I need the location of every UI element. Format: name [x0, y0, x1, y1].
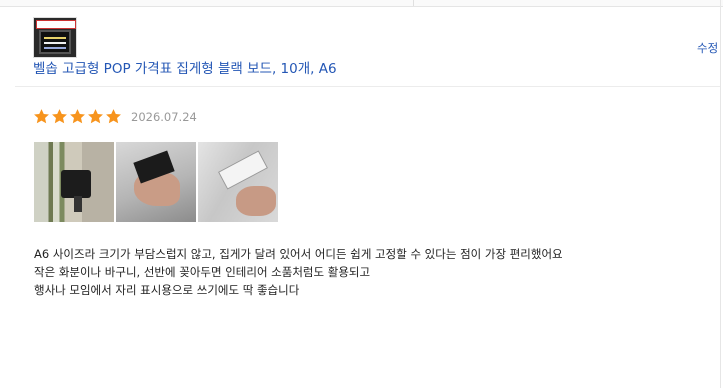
- thumbnail-board: [39, 30, 71, 54]
- thumbnail-writing: [44, 37, 66, 39]
- photo-card: [217, 150, 269, 190]
- star-icon: [106, 109, 121, 124]
- photo-board: [61, 170, 91, 198]
- review-date: 2026.07.24: [131, 110, 197, 124]
- review-line: 행사나 모임에서 자리 표시용으로 쓰기에도 딱 좋습니다: [34, 283, 300, 297]
- review-photo[interactable]: [34, 142, 114, 222]
- review-photo[interactable]: [198, 142, 278, 222]
- review-photo[interactable]: [116, 142, 196, 222]
- product-thumbnail[interactable]: [33, 17, 77, 58]
- tab-divider: [413, 0, 414, 6]
- right-border: [720, 0, 721, 388]
- star-icon: [70, 109, 85, 124]
- review-photos: [34, 142, 278, 222]
- photo-clip: [74, 196, 82, 212]
- star-icon: [88, 109, 103, 124]
- edit-review-link[interactable]: 수정: [697, 40, 718, 56]
- star-icon: [34, 109, 49, 124]
- top-tab-strip: [0, 0, 723, 7]
- review-line: A6 사이즈라 크기가 부담스럽지 않고, 집게가 달려 있어서 어디든 쉽게 …: [34, 247, 563, 261]
- photo-hand: [236, 186, 276, 216]
- product-title-link[interactable]: 벨솝 고급형 POP 가격표 집게형 블랙 보드, 10개, A6: [33, 57, 337, 77]
- star-icon: [52, 109, 67, 124]
- section-divider: [15, 86, 720, 87]
- review-text: A6 사이즈라 크기가 부담스럽지 않고, 집게가 달려 있어서 어디든 쉽게 …: [34, 245, 563, 299]
- review-line: 작은 화분이나 바구니, 선반에 꽂아두면 인테리어 소품처럼도 활용되고: [34, 265, 371, 279]
- star-rating: [33, 108, 122, 126]
- thumbnail-badge: [36, 20, 76, 29]
